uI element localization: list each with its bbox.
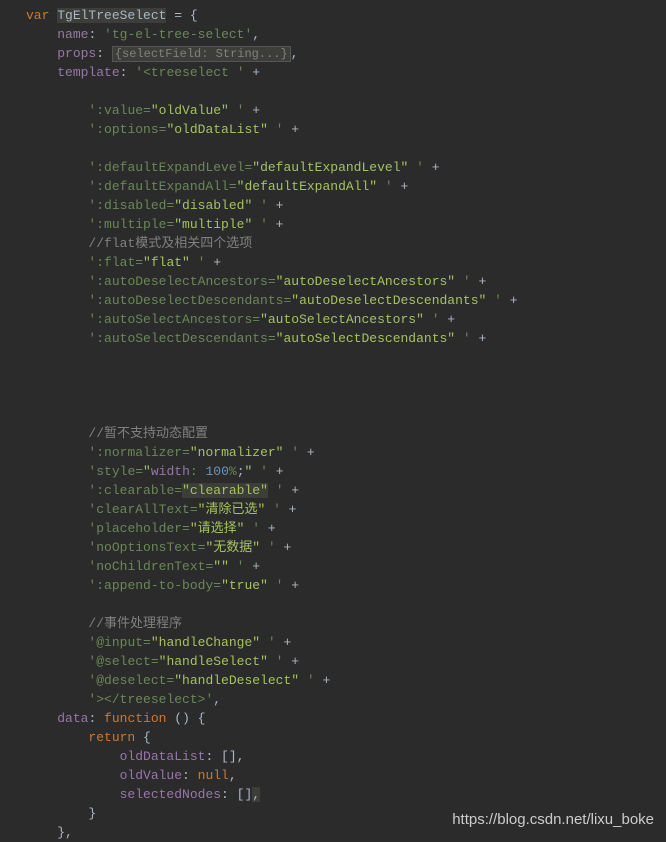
code-line: 'clearAllText="清除已选" ' + (26, 500, 666, 519)
code-line: ':append-to-body="true" ' + (26, 576, 666, 595)
code-line: data: function () { (26, 709, 666, 728)
code-line: ':clearable="clearable" ' + (26, 481, 666, 500)
code-line: '@deselect="handleDeselect" ' + (26, 671, 666, 690)
code-line: //flat模式及相关四个选项 (26, 234, 666, 253)
blank-line (26, 367, 666, 386)
watermark: https://blog.csdn.net/lixu_boke (452, 810, 654, 829)
blank-line (26, 82, 666, 101)
code-line: '></treeselect>', (26, 690, 666, 709)
code-line: return { (26, 728, 666, 747)
code-line: oldDataList: [], (26, 747, 666, 766)
code-line: props: {selectField: String...}, (26, 44, 666, 63)
variable-name: TgElTreeSelect (57, 8, 166, 23)
blank-line (26, 595, 666, 614)
code-line: template: '<treeselect ' + (26, 63, 666, 82)
code-line: ':defaultExpandAll="defaultExpandAll" ' … (26, 177, 666, 196)
blank-line (26, 405, 666, 424)
code-line: ':multiple="multiple" ' + (26, 215, 666, 234)
code-line: ':flat="flat" ' + (26, 253, 666, 272)
code-line: ':options="oldDataList" ' + (26, 120, 666, 139)
code-line: ':autoDeselectDescendants="autoDeselectD… (26, 291, 666, 310)
code-line: oldValue: null, (26, 766, 666, 785)
folded-code[interactable]: {selectField: String...} (112, 46, 291, 62)
code-line: 'noChildrenText="" ' + (26, 557, 666, 576)
code-line: '@input="handleChange" ' + (26, 633, 666, 652)
code-line: ':value="oldValue" ' + (26, 101, 666, 120)
code-line: 'noOptionsText="无数据" ' + (26, 538, 666, 557)
code-line: var TgElTreeSelect = { (26, 6, 666, 25)
code-line: selectedNodes: [], (26, 785, 666, 804)
code-line: 'placeholder="请选择" ' + (26, 519, 666, 538)
blank-line (26, 348, 666, 367)
code-line: '@select="handleSelect" ' + (26, 652, 666, 671)
code-editor[interactable]: var TgElTreeSelect = { name: 'tg-el-tree… (0, 0, 666, 842)
code-line: //事件处理程序 (26, 614, 666, 633)
code-line: ':normalizer="normalizer" ' + (26, 443, 666, 462)
blank-line (26, 139, 666, 158)
code-line: 'style="width: 100%;" ' + (26, 462, 666, 481)
code-line: ':autoSelectDescendants="autoSelectDesce… (26, 329, 666, 348)
code-line: ':disabled="disabled" ' + (26, 196, 666, 215)
code-line: ':defaultExpandLevel="defaultExpandLevel… (26, 158, 666, 177)
code-line: ':autoSelectAncestors="autoSelectAncesto… (26, 310, 666, 329)
blank-line (26, 386, 666, 405)
code-line: //暂不支持动态配置 (26, 424, 666, 443)
code-line: ':autoDeselectAncestors="autoDeselectAnc… (26, 272, 666, 291)
code-line: name: 'tg-el-tree-select', (26, 25, 666, 44)
